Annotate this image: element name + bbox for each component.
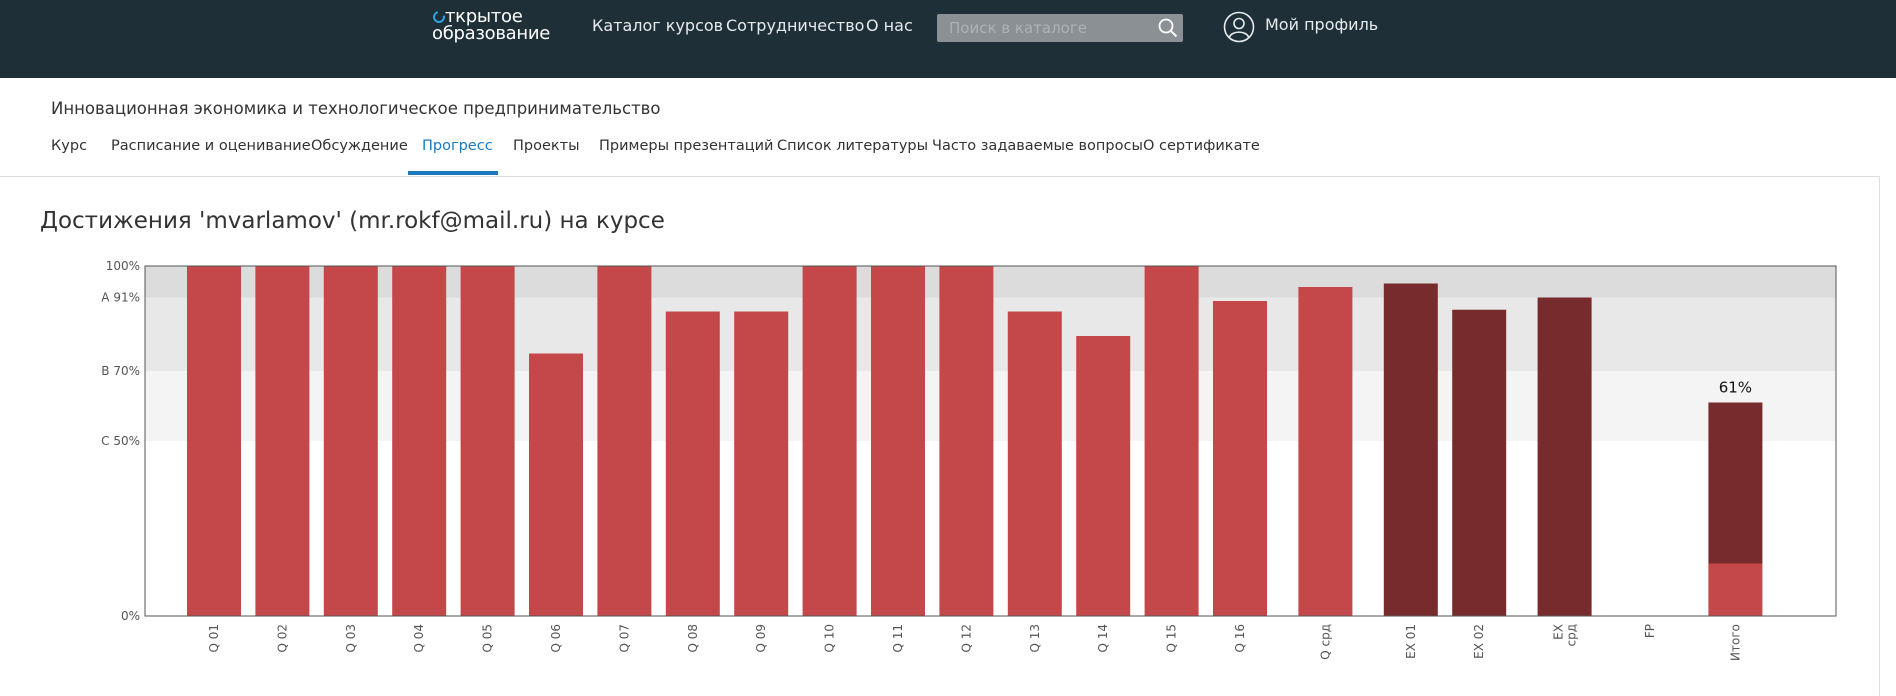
x-tick-label: Итого	[1728, 624, 1742, 661]
x-tick-label: Q 01	[207, 624, 221, 653]
x-tick-label: EXсрд	[1552, 624, 1579, 647]
chart-bar	[871, 266, 925, 616]
chart-bar-total-part	[1708, 402, 1763, 564]
chart-bar	[460, 266, 515, 616]
y-tick-label: A 91%	[101, 291, 140, 305]
y-tick-label: 0%	[121, 609, 140, 623]
x-tick-label: Q 05	[481, 624, 495, 653]
chart-bar	[1383, 283, 1438, 616]
x-tick-label: Q 07	[617, 624, 631, 653]
chart-bar	[665, 311, 720, 616]
chart-bar	[529, 353, 583, 616]
chart-bar	[1452, 309, 1507, 616]
chart-bar	[1007, 311, 1062, 616]
chart-bar	[1213, 301, 1267, 616]
y-tick-label: B 70%	[101, 364, 140, 378]
chart-bar	[802, 266, 857, 616]
chart-bar	[323, 266, 378, 616]
chart-bar	[392, 266, 447, 616]
x-tick-label: Q 09	[754, 624, 768, 653]
x-tick-label: Q 08	[686, 624, 700, 653]
x-tick-label: FP	[1643, 624, 1657, 638]
chart-bar	[1076, 336, 1131, 616]
progress-chart: Q 01 Q 02 Q 03 Q 04 Q 05 Q 06 Q 07 Q 08 Q 09 Q 10…	[101, 259, 1837, 661]
x-tick-label: Q 11	[891, 624, 905, 653]
x-tick-label: Q 14	[1096, 624, 1110, 653]
chart-bar	[255, 266, 310, 616]
y-tick-label: C 50%	[101, 434, 140, 448]
chart-bar	[187, 266, 241, 616]
chart-bar	[939, 266, 994, 616]
x-tick-label: Q 13	[1028, 624, 1042, 653]
x-tick-label: EX 02	[1472, 624, 1486, 659]
chart-bar	[1144, 266, 1199, 616]
y-tick-label: 100%	[106, 259, 140, 273]
x-tick-label: Q 02	[275, 624, 289, 653]
x-tick-label: Q 16	[1233, 624, 1247, 653]
x-tick-label: Q 04	[412, 624, 426, 653]
chart-bar	[597, 266, 652, 616]
chart-bar	[734, 311, 789, 616]
chart-bar	[1298, 287, 1353, 616]
x-tick-label: Q срд	[1318, 624, 1332, 660]
x-tick-label: Q 03	[344, 624, 358, 653]
x-tick-label: Q 10	[823, 624, 837, 653]
x-tick-label: Q 06	[549, 624, 563, 653]
x-tick-label: Q 12	[959, 624, 973, 653]
x-tick-label: EX 01	[1404, 624, 1418, 659]
data-label: 61%	[1719, 379, 1752, 397]
chart-bar	[1537, 297, 1592, 616]
chart-bar-total-part	[1708, 563, 1763, 616]
x-tick-label: Q 15	[1165, 624, 1179, 653]
